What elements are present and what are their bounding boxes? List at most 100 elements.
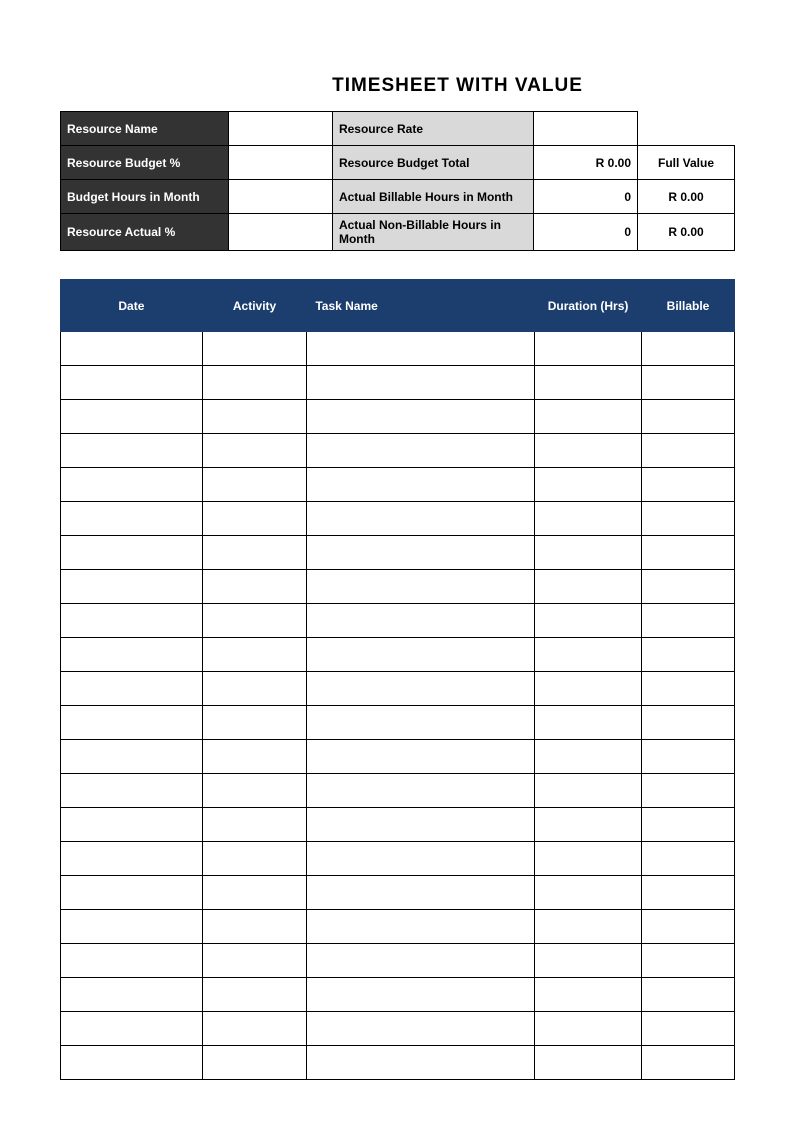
cell-date[interactable] xyxy=(61,1046,203,1080)
cell-activity[interactable] xyxy=(202,332,307,366)
cell-activity[interactable] xyxy=(202,468,307,502)
cell-date[interactable] xyxy=(61,672,203,706)
cell-task[interactable] xyxy=(307,1012,535,1046)
cell-date[interactable] xyxy=(61,604,203,638)
cell-duration[interactable] xyxy=(535,672,642,706)
cell-task[interactable] xyxy=(307,808,535,842)
cell-date[interactable] xyxy=(61,570,203,604)
cell-activity[interactable] xyxy=(202,1046,307,1080)
cell-billable[interactable] xyxy=(642,944,735,978)
cell-task[interactable] xyxy=(307,774,535,808)
cell-billable[interactable] xyxy=(642,400,735,434)
cell-task[interactable] xyxy=(307,400,535,434)
cell-billable[interactable] xyxy=(642,638,735,672)
cell-billable[interactable] xyxy=(642,706,735,740)
budget-hours-value[interactable] xyxy=(228,180,332,214)
resource-actual-pct-value[interactable] xyxy=(228,214,332,251)
cell-billable[interactable] xyxy=(642,808,735,842)
cell-date[interactable] xyxy=(61,1012,203,1046)
cell-duration[interactable] xyxy=(535,774,642,808)
cell-activity[interactable] xyxy=(202,978,307,1012)
cell-billable[interactable] xyxy=(642,876,735,910)
cell-task[interactable] xyxy=(307,536,535,570)
cell-activity[interactable] xyxy=(202,706,307,740)
cell-duration[interactable] xyxy=(535,366,642,400)
cell-billable[interactable] xyxy=(642,604,735,638)
cell-task[interactable] xyxy=(307,502,535,536)
cell-duration[interactable] xyxy=(535,536,642,570)
cell-date[interactable] xyxy=(61,400,203,434)
cell-task[interactable] xyxy=(307,978,535,1012)
cell-date[interactable] xyxy=(61,366,203,400)
cell-activity[interactable] xyxy=(202,536,307,570)
cell-task[interactable] xyxy=(307,468,535,502)
cell-duration[interactable] xyxy=(535,944,642,978)
cell-billable[interactable] xyxy=(642,774,735,808)
cell-task[interactable] xyxy=(307,332,535,366)
cell-task[interactable] xyxy=(307,910,535,944)
cell-activity[interactable] xyxy=(202,876,307,910)
cell-duration[interactable] xyxy=(535,842,642,876)
cell-date[interactable] xyxy=(61,774,203,808)
cell-duration[interactable] xyxy=(535,978,642,1012)
cell-billable[interactable] xyxy=(642,978,735,1012)
cell-date[interactable] xyxy=(61,978,203,1012)
resource-name-value[interactable] xyxy=(228,112,332,146)
cell-date[interactable] xyxy=(61,502,203,536)
cell-date[interactable] xyxy=(61,536,203,570)
resource-budget-pct-value[interactable] xyxy=(228,146,332,180)
cell-duration[interactable] xyxy=(535,604,642,638)
cell-billable[interactable] xyxy=(642,1012,735,1046)
cell-activity[interactable] xyxy=(202,604,307,638)
cell-duration[interactable] xyxy=(535,808,642,842)
cell-duration[interactable] xyxy=(535,570,642,604)
cell-task[interactable] xyxy=(307,570,535,604)
cell-task[interactable] xyxy=(307,842,535,876)
cell-billable[interactable] xyxy=(642,740,735,774)
cell-billable[interactable] xyxy=(642,910,735,944)
cell-task[interactable] xyxy=(307,876,535,910)
cell-activity[interactable] xyxy=(202,400,307,434)
cell-activity[interactable] xyxy=(202,366,307,400)
cell-duration[interactable] xyxy=(535,400,642,434)
cell-duration[interactable] xyxy=(535,502,642,536)
cell-task[interactable] xyxy=(307,434,535,468)
cell-billable[interactable] xyxy=(642,672,735,706)
resource-rate-value[interactable] xyxy=(533,112,637,146)
cell-billable[interactable] xyxy=(642,570,735,604)
cell-activity[interactable] xyxy=(202,570,307,604)
cell-billable[interactable] xyxy=(642,332,735,366)
cell-task[interactable] xyxy=(307,706,535,740)
cell-date[interactable] xyxy=(61,468,203,502)
cell-date[interactable] xyxy=(61,842,203,876)
cell-task[interactable] xyxy=(307,1046,535,1080)
cell-activity[interactable] xyxy=(202,1012,307,1046)
cell-duration[interactable] xyxy=(535,706,642,740)
cell-billable[interactable] xyxy=(642,468,735,502)
cell-activity[interactable] xyxy=(202,944,307,978)
cell-task[interactable] xyxy=(307,672,535,706)
cell-duration[interactable] xyxy=(535,468,642,502)
cell-task[interactable] xyxy=(307,638,535,672)
cell-activity[interactable] xyxy=(202,842,307,876)
cell-date[interactable] xyxy=(61,944,203,978)
cell-billable[interactable] xyxy=(642,502,735,536)
cell-duration[interactable] xyxy=(535,1012,642,1046)
cell-activity[interactable] xyxy=(202,502,307,536)
cell-activity[interactable] xyxy=(202,672,307,706)
cell-activity[interactable] xyxy=(202,740,307,774)
cell-date[interactable] xyxy=(61,434,203,468)
cell-task[interactable] xyxy=(307,604,535,638)
cell-duration[interactable] xyxy=(535,740,642,774)
cell-activity[interactable] xyxy=(202,808,307,842)
cell-billable[interactable] xyxy=(642,1046,735,1080)
cell-duration[interactable] xyxy=(535,876,642,910)
cell-date[interactable] xyxy=(61,638,203,672)
cell-date[interactable] xyxy=(61,808,203,842)
cell-duration[interactable] xyxy=(535,434,642,468)
cell-duration[interactable] xyxy=(535,1046,642,1080)
cell-activity[interactable] xyxy=(202,774,307,808)
cell-duration[interactable] xyxy=(535,332,642,366)
cell-duration[interactable] xyxy=(535,910,642,944)
cell-date[interactable] xyxy=(61,332,203,366)
